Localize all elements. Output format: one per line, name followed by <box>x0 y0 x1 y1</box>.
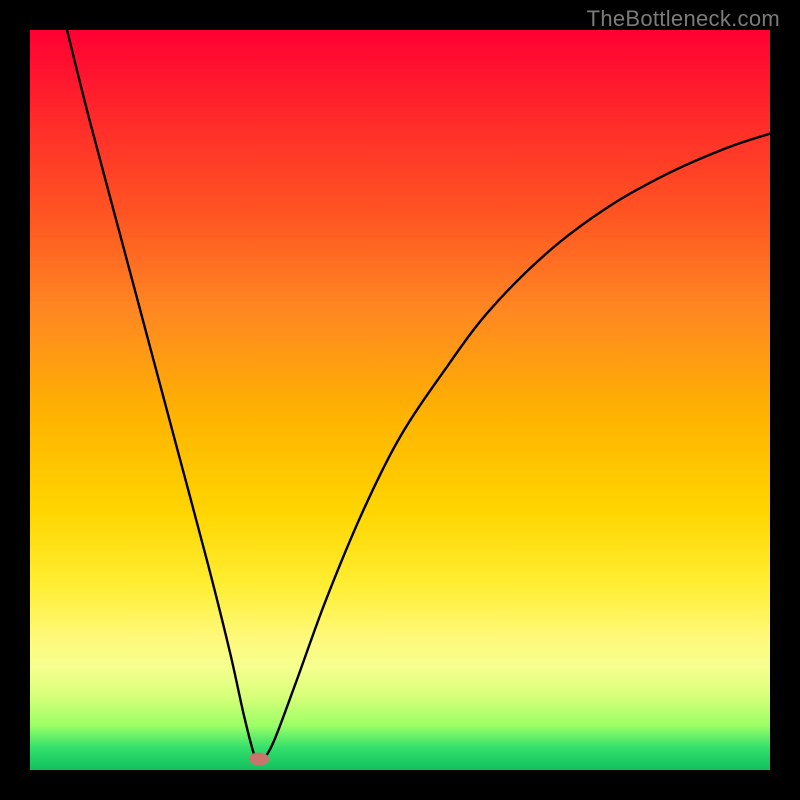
plot-area <box>30 30 770 770</box>
watermark-text: TheBottleneck.com <box>587 6 780 32</box>
chart-stage: TheBottleneck.com <box>0 0 800 800</box>
optimum-marker <box>249 752 269 765</box>
bottleneck-curve <box>30 30 770 770</box>
